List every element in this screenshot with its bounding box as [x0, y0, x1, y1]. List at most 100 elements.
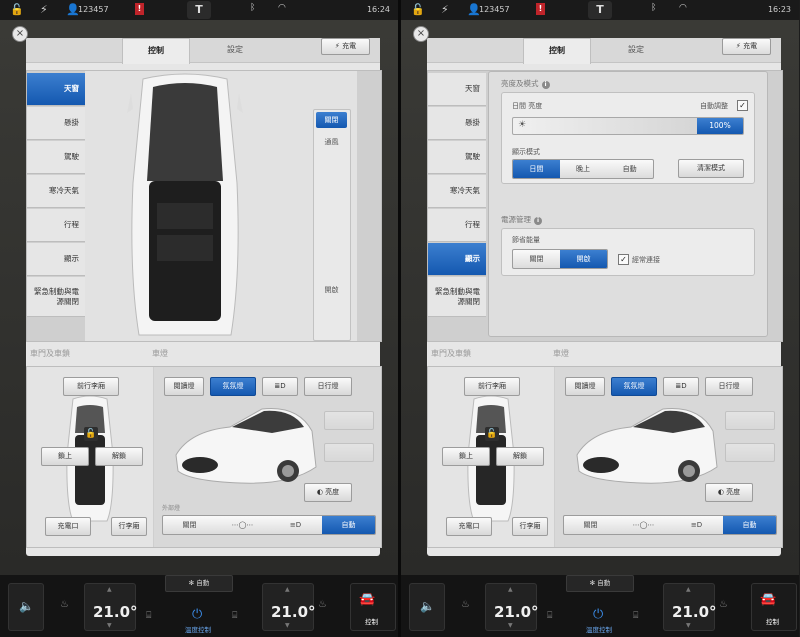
low-beam-icon[interactable]: ≡D [269, 516, 322, 534]
close-icon[interactable]: × [12, 26, 28, 42]
menu-item-emergency[interactable]: 緊急制動與電源關閉 [428, 277, 486, 317]
fog-light-button[interactable]: ≣D [663, 377, 699, 396]
menu-item-sunroof[interactable]: 天窗 [428, 73, 486, 106]
brightness-button[interactable]: ◐ 亮度 [304, 483, 352, 502]
info-icon[interactable]: i [541, 81, 550, 89]
unlock-icon[interactable]: 🔓 [10, 3, 24, 16]
menu-item-cold-weather[interactable]: 寒冷天氣 [27, 175, 85, 208]
menu-item-trips[interactable]: 行程 [27, 209, 85, 242]
lights-auto-option[interactable]: 自動 [322, 516, 375, 534]
auto-adjust-checkbox[interactable]: ✓ [737, 100, 748, 111]
unlock-button[interactable]: 解鎖 [496, 447, 544, 466]
temp-down-icon[interactable]: ▼ [285, 622, 290, 629]
info-icon[interactable]: i [534, 217, 542, 225]
brightness-handle[interactable]: 100% [697, 118, 743, 134]
driver-temp-control[interactable]: ▲ 21.0° ▼ [485, 583, 539, 631]
climate-power-icon[interactable]: ⏻ [593, 607, 603, 622]
always-connected-checkbox[interactable]: ✓ [618, 254, 629, 265]
temp-up-icon[interactable]: ▲ [285, 586, 290, 593]
display-mode-selector[interactable]: 日間 晚上 自動 [512, 159, 654, 179]
charge-port-button[interactable]: 充電口 [45, 517, 91, 536]
volume-control[interactable]: 🔈 [409, 583, 445, 631]
unlock-button[interactable]: 解鎖 [95, 447, 143, 466]
menu-item-suspension[interactable]: 懸掛 [428, 107, 486, 140]
charge-port-button[interactable]: 充電口 [446, 517, 492, 536]
brightness-slider[interactable]: ☀ 100% [512, 117, 744, 135]
seat-heater-right-icon[interactable]: ♨ [719, 599, 728, 610]
trunk-button[interactable]: 行李廂 [512, 517, 548, 536]
tesla-logo-icon[interactable]: T [588, 1, 612, 19]
rear-defrost-icon[interactable]: ⌸ [633, 611, 638, 621]
temp-down-icon[interactable]: ▼ [508, 622, 513, 629]
mode-day[interactable]: 日間 [513, 160, 560, 178]
close-icon[interactable]: × [413, 26, 429, 42]
lights-off-option[interactable]: 關閉 [163, 516, 216, 534]
volume-control[interactable]: 🔈 [8, 583, 44, 631]
menu-item-cold-weather[interactable]: 寒冷天氣 [428, 175, 486, 208]
parking-lights-icon[interactable]: ⋯◯⋯ [617, 516, 670, 534]
front-defrost-icon[interactable]: ⌸ [547, 611, 552, 621]
tesla-logo-icon[interactable]: T [187, 1, 211, 19]
clean-mode-button[interactable]: 清潔模式 [678, 159, 744, 178]
temp-down-icon[interactable]: ▼ [686, 622, 691, 629]
sunroof-vent-button[interactable]: 通風 [316, 134, 347, 150]
reading-light-button[interactable]: 閱讀燈 [565, 377, 605, 396]
drl-button[interactable]: 日行燈 [304, 377, 352, 396]
tab-controls[interactable]: 控制 [523, 38, 591, 64]
tab-settings[interactable]: 設定 [202, 38, 268, 62]
menu-item-driving[interactable]: 駕駛 [27, 141, 85, 174]
mode-night[interactable]: 晚上 [560, 160, 607, 178]
menu-item-driving[interactable]: 駕駛 [428, 141, 486, 174]
parking-lights-icon[interactable]: ⋯◯⋯ [216, 516, 269, 534]
front-defrost-icon[interactable]: ⌸ [146, 611, 151, 621]
energy-off-option[interactable]: 關閉 [513, 250, 560, 268]
menu-item-sunroof[interactable]: 天窗 [27, 73, 85, 106]
charge-button[interactable]: ⚡ 充電 [722, 38, 771, 55]
reading-light-button[interactable]: 閱讀燈 [164, 377, 204, 396]
alert-icon[interactable]: ! [536, 3, 545, 15]
passenger-temp-control[interactable]: ▲ 21.0° ▼ [262, 583, 316, 631]
alert-icon[interactable]: ! [135, 3, 144, 15]
lights-auto-option[interactable]: 自動 [723, 516, 776, 534]
energy-saving-selector[interactable]: 關閉 開啟 [512, 249, 608, 269]
tab-settings[interactable]: 設定 [603, 38, 669, 62]
menu-item-emergency[interactable]: 緊急制動與電源關閉 [27, 277, 85, 317]
exterior-lights-selector[interactable]: 關閉 ⋯◯⋯ ≡D 自動 [162, 515, 376, 535]
mode-auto[interactable]: 自動 [606, 160, 653, 178]
brightness-button[interactable]: ◐ 亮度 [705, 483, 753, 502]
sunroof-slider[interactable]: 關閉 通風 開啟 [313, 109, 351, 341]
controls-button[interactable]: 🚘 控制 [350, 583, 396, 631]
energy-on-option[interactable]: 開啟 [560, 250, 607, 268]
tab-controls[interactable]: 控制 [122, 38, 190, 64]
temp-up-icon[interactable]: ▲ [107, 586, 112, 593]
lock-button[interactable]: 鎖上 [41, 447, 89, 466]
unlock-icon[interactable]: 🔓 [411, 3, 425, 16]
ambient-light-button[interactable]: 氛氛燈 [210, 377, 256, 396]
frunk-button[interactable]: 前行李廂 [464, 377, 520, 396]
charge-button[interactable]: ⚡ 充電 [321, 38, 370, 55]
lights-off-option[interactable]: 關閉 [564, 516, 617, 534]
temp-up-icon[interactable]: ▲ [686, 586, 691, 593]
drl-button[interactable]: 日行燈 [705, 377, 753, 396]
fan-auto-button[interactable]: ✻ 自動 [566, 575, 634, 592]
rear-defrost-icon[interactable]: ⌸ [232, 611, 237, 621]
controls-button[interactable]: 🚘 控制 [751, 583, 797, 631]
temp-down-icon[interactable]: ▼ [107, 622, 112, 629]
sunroof-close-button[interactable]: 關閉 [316, 112, 347, 128]
trunk-button[interactable]: 行李廂 [111, 517, 147, 536]
ambient-light-button[interactable]: 氛氛燈 [611, 377, 657, 396]
low-beam-icon[interactable]: ≡D [670, 516, 723, 534]
fog-light-button[interactable]: ≣D [262, 377, 298, 396]
passenger-temp-control[interactable]: ▲ 21.0° ▼ [663, 583, 717, 631]
menu-item-trips[interactable]: 行程 [428, 209, 486, 242]
frunk-button[interactable]: 前行李廂 [63, 377, 119, 396]
sunroof-open-button[interactable]: 開啟 [316, 282, 347, 298]
menu-item-display[interactable]: 顯示 [27, 243, 85, 276]
climate-power-icon[interactable]: ⏻ [192, 607, 202, 622]
seat-heater-left-icon[interactable]: ♨ [60, 599, 69, 610]
lock-button[interactable]: 鎖上 [442, 447, 490, 466]
seat-heater-left-icon[interactable]: ♨ [461, 599, 470, 610]
menu-item-suspension[interactable]: 懸掛 [27, 107, 85, 140]
fan-auto-button[interactable]: ✻ 自動 [165, 575, 233, 592]
driver-temp-control[interactable]: ▲ 21.0° ▼ [84, 583, 138, 631]
